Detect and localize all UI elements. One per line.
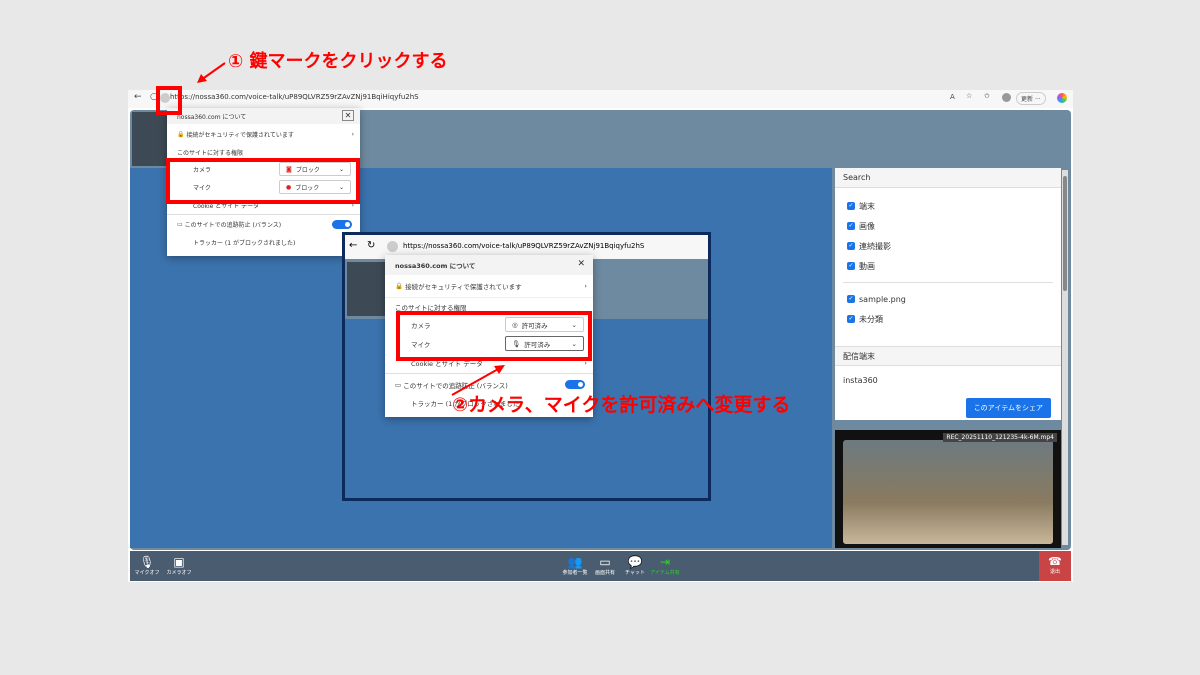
divider <box>843 282 1053 283</box>
participants-button[interactable]: 👥 参加者一覧 <box>560 555 590 576</box>
back-icon[interactable]: ← <box>349 240 357 251</box>
favorite-icon[interactable]: ☆ <box>966 92 972 100</box>
meeting-toolbar: 🎙 マイクオフ ▣ カメラオフ 👥 参加者一覧 ▭ 画面共有 💬 チャット ⇥ アイテム共有… <box>130 551 1071 581</box>
screen-share-button[interactable]: ▭ 画面共有 <box>590 555 620 576</box>
filter-label: 端末 <box>859 201 875 211</box>
annotation-step2: ②カメラ、マイクを許可済みへ変更する <box>452 394 791 416</box>
video-thumbnail <box>843 440 1053 544</box>
participant-tile <box>132 112 168 166</box>
close-icon[interactable]: ✕ <box>342 110 354 121</box>
filter-item[interactable]: ✓ 画像 <box>835 216 1061 236</box>
popup-title: nossa360.com について <box>177 113 247 121</box>
video-preview[interactable]: REC_20251110_121235-4k-6M.mp4 <box>835 430 1061 548</box>
scrollbar[interactable] <box>1062 170 1068 545</box>
mic-toggle-button[interactable]: 🎙 マイクオフ <box>132 555 162 576</box>
trackers-row[interactable]: トラッカー (1 がブロックされました) <box>167 234 360 250</box>
file-label: 未分類 <box>859 314 883 324</box>
camera-label: カメラオフ <box>166 570 192 576</box>
inset-address-bar[interactable]: https://nossa360.com/voice-talk/uP89QLVR… <box>403 242 644 250</box>
share-icon: ⇥ <box>659 555 671 569</box>
highlight-permissions-before <box>166 158 360 204</box>
address-bar[interactable]: https://nossa360.com/voice-talk/uP89QLVR… <box>170 93 419 101</box>
tracking-icon: ▭ <box>395 380 404 389</box>
permissions-label: このサイトに対する権限 <box>177 149 244 157</box>
lock-icon: 🔒 <box>177 130 187 138</box>
popup-header: nossa360.com について ✕ <box>385 255 593 275</box>
device-header: 配信端末 <box>835 346 1061 366</box>
participants-label: 参加者一覧 <box>562 570 588 576</box>
exit-label: 退出 <box>1049 569 1060 575</box>
checkbox-icon[interactable]: ✓ <box>847 295 855 303</box>
checkbox-icon[interactable]: ✓ <box>847 202 855 210</box>
device-name: insta360 <box>843 376 878 385</box>
video-filename: REC_20251110_121235-4k-6M.mp4 <box>943 433 1057 442</box>
search-header: Search <box>835 168 1061 188</box>
chevron-right-icon: › <box>584 282 587 290</box>
browser-toolbar: ← ○ https://nossa360.com/voice-talk/uP89… <box>128 90 1073 108</box>
secure-connection-row[interactable]: 🔒 接続がセキュリティで保護されています › <box>385 275 593 297</box>
filter-label: 画像 <box>859 221 875 231</box>
arrow-step1 <box>197 62 226 83</box>
chat-label: チャット <box>625 570 645 576</box>
exit-button[interactable]: ☎ 退出 <box>1039 551 1071 581</box>
trackers-label: トラッカー (1 がブロックされました) <box>193 239 296 247</box>
mic-label: マイクオフ <box>134 570 160 576</box>
close-icon[interactable]: ✕ <box>577 259 585 269</box>
popup-header: nossa360.com について ✕ <box>167 108 360 124</box>
checkbox-icon[interactable]: ✓ <box>847 315 855 323</box>
chat-button[interactable]: 💬 チャット <box>620 555 650 576</box>
share-item-button[interactable]: このアイテムをシェア <box>965 398 1051 418</box>
update-button[interactable]: 更新 ··· <box>1016 92 1046 105</box>
filter-label: 連続撮影 <box>859 241 891 251</box>
file-label: sample.png <box>859 294 906 304</box>
checkbox-icon[interactable]: ✓ <box>847 262 855 270</box>
filter-item[interactable]: ✓ 端末 <box>835 196 1061 216</box>
profile-avatar[interactable] <box>1002 93 1011 102</box>
filter-item[interactable]: ✓ 動画 <box>835 256 1061 276</box>
tracking-label: このサイトでの追跡防止 (バランス) <box>184 222 282 229</box>
annotation-step1: ① 鍵マークをクリックする <box>228 51 448 72</box>
file-item[interactable]: ✓ sample.png <box>835 289 1061 309</box>
checkbox-icon[interactable]: ✓ <box>847 222 855 230</box>
screen-label: 画面共有 <box>594 570 615 576</box>
sidebar: Search ✓ 端末 ✓ 画像 ✓ 連続撮影 ✓ 動画 ✓ sample.png ✓ 未分… <box>835 168 1061 420</box>
tracking-row: ▭ このサイトでの追跡防止 (バランス) <box>167 214 360 234</box>
back-icon[interactable]: ← <box>134 92 142 102</box>
read-aloud-icon[interactable]: A <box>950 93 955 101</box>
secure-label: 接続がセキュリティで保護されています <box>405 283 522 291</box>
highlight-permissions-after <box>396 311 592 361</box>
item-share-button[interactable]: ⇥ アイテム共有 <box>650 555 680 576</box>
tracking-toggle[interactable] <box>332 220 352 229</box>
people-icon: 👥 <box>567 555 583 569</box>
highlight-lock <box>156 86 182 115</box>
chat-icon: 💬 <box>627 555 643 569</box>
permissions-label: このサイトに対する権限 <box>395 303 467 312</box>
lock-icon[interactable] <box>387 241 398 252</box>
favorites-icon[interactable]: ✩ <box>984 92 990 100</box>
screen-share-icon: ▭ <box>599 555 611 569</box>
camera-off-icon: ▣ <box>173 555 185 569</box>
chevron-right-icon: › <box>351 130 354 138</box>
filter-item[interactable]: ✓ 連続撮影 <box>835 236 1061 256</box>
checkbox-icon[interactable]: ✓ <box>847 242 855 250</box>
secure-connection-row[interactable]: 🔒 接続がセキュリティで保護されています › <box>167 124 360 144</box>
copilot-icon[interactable] <box>1057 93 1067 103</box>
tracking-toggle[interactable] <box>565 380 585 389</box>
secure-label: 接続がセキュリティで保護されています <box>186 131 294 139</box>
filter-label: 動画 <box>859 261 875 271</box>
file-item[interactable]: ✓ 未分類 <box>835 309 1061 329</box>
tracking-icon: ▭ <box>177 221 185 228</box>
item-share-label: アイテム共有 <box>650 570 680 576</box>
mic-off-icon: 🎙 <box>139 555 155 569</box>
popup-title: nossa360.com について <box>395 262 476 270</box>
more-icon[interactable]: ··· <box>1035 96 1041 103</box>
camera-toggle-button[interactable]: ▣ カメラオフ <box>164 555 194 576</box>
lock-icon: 🔒 <box>395 282 406 290</box>
update-label: 更新 <box>1021 96 1034 103</box>
reload-icon[interactable]: ↻ <box>367 240 375 251</box>
hangup-icon: ☎ <box>1048 555 1062 568</box>
